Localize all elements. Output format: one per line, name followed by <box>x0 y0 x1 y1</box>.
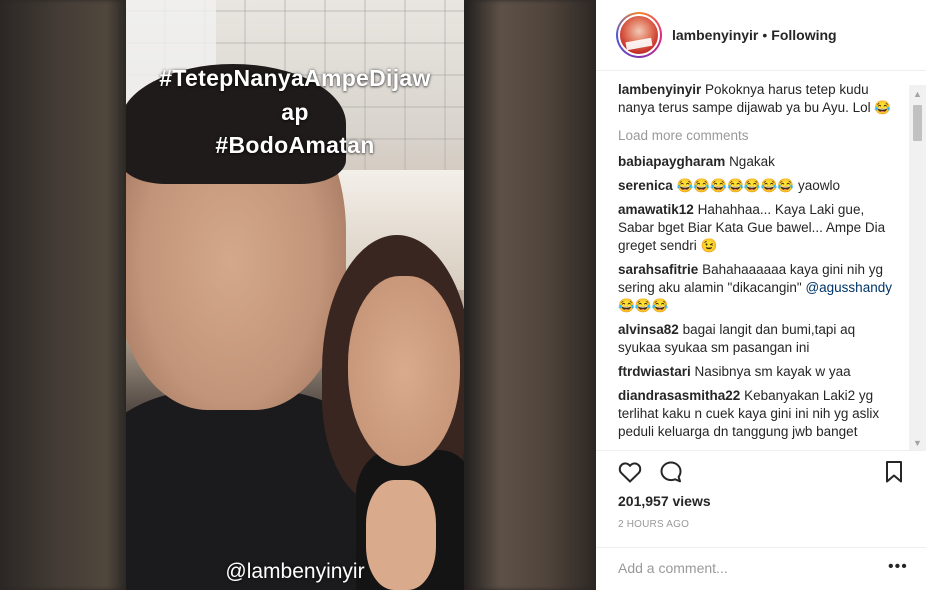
avatar-image <box>618 14 660 56</box>
comment-username[interactable]: sarahsafitrie <box>618 262 698 277</box>
add-comment-bar: ••• <box>596 547 926 590</box>
post-timestamp[interactable]: 2 HOURS AGO <box>618 519 689 530</box>
comment-item: sarahsafitrie Bahahaaaaaa kaya gini nih … <box>618 261 898 315</box>
comment-item: ftrdwiastari Nasibnya sm kayak w yaa <box>618 363 898 381</box>
comments-section[interactable]: lambenyinyir Pokoknya harus tetep kudu n… <box>596 70 926 450</box>
story-video-frame[interactable]: #TetepNanyaAmpeDijaw ap #BodoAmatan @lam… <box>126 0 464 590</box>
header-separator: • <box>762 27 768 43</box>
comment-item: diandrasasmitha22 Kebanyakan Laki2 yg te… <box>618 387 898 441</box>
scrollbar-thumb[interactable] <box>913 105 922 141</box>
header-username-link[interactable]: lambenyinyir <box>672 27 758 43</box>
comment-item: amawatik12 Hahahhaa... Kaya Laki gue, Sa… <box>618 201 898 255</box>
load-more-comments-link[interactable]: Load more comments <box>618 127 898 145</box>
post-media[interactable]: #TetepNanyaAmpeDijaw ap #BodoAmatan @lam… <box>0 0 596 590</box>
comment-text: Nasibnya sm kayak w yaa <box>694 364 851 379</box>
comment-username[interactable]: alvinsa82 <box>618 322 679 337</box>
following-button[interactable]: Following <box>771 27 836 43</box>
caption-username[interactable]: lambenyinyir <box>618 82 701 97</box>
comment-item: alvinsa82 bagai langit dan bumi,tapi aq … <box>618 321 898 357</box>
story-handle-watermark: @lambenyinyir <box>225 560 365 583</box>
comment-mention-link[interactable]: @agusshandy <box>805 280 892 295</box>
views-count[interactable]: 201,957 views <box>618 493 711 509</box>
more-options-icon[interactable]: ••• <box>888 559 908 575</box>
comment-username[interactable]: diandrasasmitha22 <box>618 388 740 403</box>
post-actions: 201,957 views 2 HOURS AGO ••• <box>596 450 926 590</box>
scroll-up-arrow-icon[interactable]: ▲ <box>909 85 926 102</box>
post-header: lambenyinyir • Following <box>596 0 926 70</box>
comment-emoji: 😂😂😂 <box>618 298 669 313</box>
story-caption-line-3: #BodoAmatan <box>215 132 375 158</box>
story-caption-line-1: #TetepNanyaAmpeDijaw <box>159 65 431 91</box>
post-side-panel: lambenyinyir • Following lambenyinyir Po… <box>596 0 926 590</box>
comment-username[interactable]: babiapaygharam <box>618 154 725 169</box>
comment-text: 😂😂😂😂😂😂😂 yaowlo <box>676 178 840 193</box>
woman-face <box>348 276 460 466</box>
story-caption-line-2: ap <box>281 99 309 125</box>
comment-bubble-icon[interactable] <box>657 458 685 486</box>
caption: lambenyinyir Pokoknya harus tetep kudu n… <box>618 81 898 117</box>
bookmark-icon[interactable] <box>880 458 908 486</box>
comment-username[interactable]: serenica <box>618 178 673 193</box>
comment-item: serenica 😂😂😂😂😂😂😂 yaowlo <box>618 177 898 195</box>
comment-username[interactable]: ftrdwiastari <box>618 364 691 379</box>
comments-list: lambenyinyir Pokoknya harus tetep kudu n… <box>618 81 898 447</box>
scroll-down-arrow-icon[interactable]: ▼ <box>909 434 926 450</box>
add-comment-input[interactable] <box>618 560 868 576</box>
avatar[interactable] <box>616 12 662 58</box>
comment-username[interactable]: amawatik12 <box>618 202 694 217</box>
comments-scrollbar[interactable]: ▲ ▼ <box>909 85 926 450</box>
comment-text: Ngakak <box>729 154 775 169</box>
comment-item: babiapaygharam Ngakak <box>618 153 898 171</box>
heart-icon[interactable] <box>616 458 644 486</box>
